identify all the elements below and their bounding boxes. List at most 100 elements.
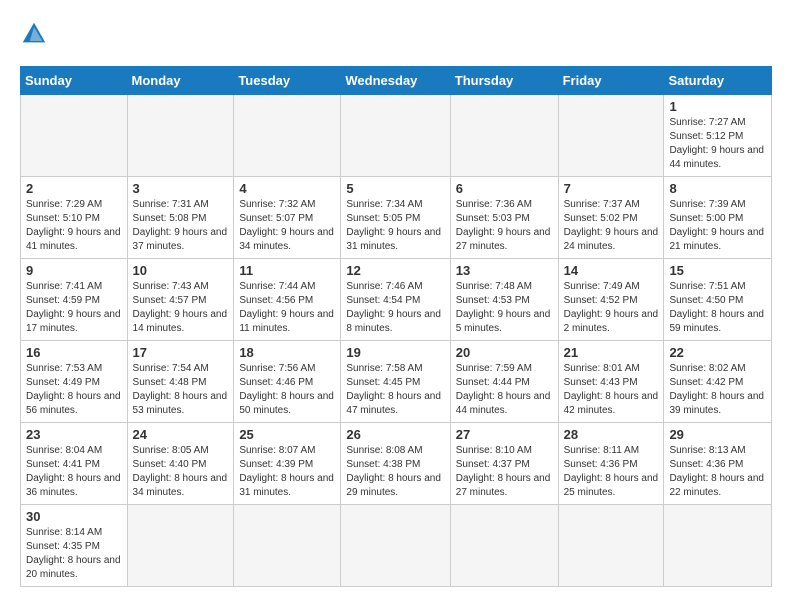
calendar-cell: 20Sunrise: 7:59 AM Sunset: 4:44 PM Dayli… — [450, 341, 558, 423]
calendar-cell — [558, 95, 664, 177]
day-number: 14 — [564, 263, 659, 278]
calendar-cell — [234, 505, 341, 587]
day-info: Sunrise: 7:58 AM Sunset: 4:45 PM Dayligh… — [346, 362, 444, 418]
day-number: 30 — [26, 509, 122, 524]
logo — [20, 20, 52, 50]
day-info: Sunrise: 8:10 AM Sunset: 4:37 PM Dayligh… — [456, 444, 553, 500]
day-info: Sunrise: 8:11 AM Sunset: 4:36 PM Dayligh… — [564, 444, 659, 500]
day-number: 10 — [133, 263, 229, 278]
day-number: 29 — [669, 427, 766, 442]
day-info: Sunrise: 7:46 AM Sunset: 4:54 PM Dayligh… — [346, 280, 444, 336]
calendar-header-wednesday: Wednesday — [341, 67, 450, 95]
calendar-cell: 29 Sunrise: 8:13 AM Sunset: 4:36 PM Dayli… — [664, 423, 772, 505]
calendar-cell: 21 Sunrise: 8:01 AM Sunset: 4:43 PM Dayli… — [558, 341, 664, 423]
day-info: Sunrise: 7:31 AM Sunset: 5:08 PM Dayligh… — [133, 198, 229, 254]
calendar-cell: 2 Sunrise: 7:29 AM Sunset: 5:10 PM Daylig… — [21, 177, 128, 259]
calendar-week-row: 2 Sunrise: 7:29 AM Sunset: 5:10 PM Daylig… — [21, 177, 772, 259]
day-info: Sunrise: 7:29 AM Sunset: 5:10 PM Dayligh… — [26, 198, 122, 254]
day-info: Sunrise: 7:51 AM Sunset: 4:50 PM Dayligh… — [669, 280, 766, 336]
day-info: Sunrise: 7:49 AM Sunset: 4:52 PM Dayligh… — [564, 280, 659, 336]
calendar-header-row: SundayMondayTuesdayWednesdayThursdayFrid… — [21, 67, 772, 95]
calendar-cell: 22Sunrise: 8:02 AM Sunset: 4:42 PM Dayli… — [664, 341, 772, 423]
day-info: Sunrise: 8:04 AM Sunset: 4:41 PM Dayligh… — [26, 444, 122, 500]
calendar-cell: 1Sunrise: 7:27 AM Sunset: 5:12 PM Daylig… — [664, 95, 772, 177]
calendar-table: SundayMondayTuesdayWednesdayThursdayFrid… — [20, 66, 772, 587]
calendar-cell: 12 Sunrise: 7:46 AM Sunset: 4:54 PM Dayli… — [341, 259, 450, 341]
calendar-cell: 6 Sunrise: 7:36 AM Sunset: 5:03 PM Daylig… — [450, 177, 558, 259]
day-number: 15 — [669, 263, 766, 278]
calendar-cell — [127, 505, 234, 587]
calendar-cell: 28 Sunrise: 8:11 AM Sunset: 4:36 PM Dayli… — [558, 423, 664, 505]
day-info: Sunrise: 8:01 AM Sunset: 4:43 PM Dayligh… — [564, 362, 659, 418]
calendar-week-row: 9Sunrise: 7:41 AM Sunset: 4:59 PM Daylig… — [21, 259, 772, 341]
calendar-cell: 15 Sunrise: 7:51 AM Sunset: 4:50 PM Dayli… — [664, 259, 772, 341]
day-info: Sunrise: 7:53 AM Sunset: 4:49 PM Dayligh… — [26, 362, 122, 418]
calendar-cell — [127, 95, 234, 177]
calendar-cell — [558, 505, 664, 587]
day-number: 4 — [239, 181, 335, 196]
day-info: Sunrise: 7:43 AM Sunset: 4:57 PM Dayligh… — [133, 280, 229, 336]
day-number: 17 — [133, 345, 229, 360]
day-number: 2 — [26, 181, 122, 196]
calendar-header-sunday: Sunday — [21, 67, 128, 95]
day-number: 13 — [456, 263, 553, 278]
day-info: Sunrise: 8:13 AM Sunset: 4:36 PM Dayligh… — [669, 444, 766, 500]
calendar-cell: 24Sunrise: 8:05 AM Sunset: 4:40 PM Dayli… — [127, 423, 234, 505]
day-info: Sunrise: 8:14 AM Sunset: 4:35 PM Dayligh… — [26, 526, 122, 582]
day-number: 8 — [669, 181, 766, 196]
day-info: Sunrise: 7:41 AM Sunset: 4:59 PM Dayligh… — [26, 280, 122, 336]
calendar-cell: 30 Sunrise: 8:14 AM Sunset: 4:35 PM Dayli… — [21, 505, 128, 587]
day-number: 5 — [346, 181, 444, 196]
calendar-cell: 18Sunrise: 7:56 AM Sunset: 4:46 PM Dayli… — [234, 341, 341, 423]
calendar-week-row: 16 Sunrise: 7:53 AM Sunset: 4:49 PM Dayli… — [21, 341, 772, 423]
day-info: Sunrise: 7:37 AM Sunset: 5:02 PM Dayligh… — [564, 198, 659, 254]
calendar-week-row: 23 Sunrise: 8:04 AM Sunset: 4:41 PM Dayli… — [21, 423, 772, 505]
day-info: Sunrise: 8:07 AM Sunset: 4:39 PM Dayligh… — [239, 444, 335, 500]
calendar-cell: 26Sunrise: 8:08 AM Sunset: 4:38 PM Dayli… — [341, 423, 450, 505]
day-number: 3 — [133, 181, 229, 196]
calendar-cell: 14 Sunrise: 7:49 AM Sunset: 4:52 PM Dayli… — [558, 259, 664, 341]
calendar-cell: 8 Sunrise: 7:39 AM Sunset: 5:00 PM Daylig… — [664, 177, 772, 259]
calendar-cell — [450, 505, 558, 587]
calendar-cell — [341, 505, 450, 587]
calendar-header-monday: Monday — [127, 67, 234, 95]
calendar-cell: 23 Sunrise: 8:04 AM Sunset: 4:41 PM Dayli… — [21, 423, 128, 505]
calendar-cell: 16 Sunrise: 7:53 AM Sunset: 4:49 PM Dayli… — [21, 341, 128, 423]
calendar-cell: 13Sunrise: 7:48 AM Sunset: 4:53 PM Dayli… — [450, 259, 558, 341]
day-number: 23 — [26, 427, 122, 442]
calendar-cell: 27Sunrise: 8:10 AM Sunset: 4:37 PM Dayli… — [450, 423, 558, 505]
day-number: 7 — [564, 181, 659, 196]
day-info: Sunrise: 8:05 AM Sunset: 4:40 PM Dayligh… — [133, 444, 229, 500]
day-info: Sunrise: 7:34 AM Sunset: 5:05 PM Dayligh… — [346, 198, 444, 254]
day-info: Sunrise: 7:54 AM Sunset: 4:48 PM Dayligh… — [133, 362, 229, 418]
day-info: Sunrise: 7:27 AM Sunset: 5:12 PM Dayligh… — [669, 116, 766, 172]
calendar-header-friday: Friday — [558, 67, 664, 95]
calendar-cell — [341, 95, 450, 177]
day-number: 16 — [26, 345, 122, 360]
day-number: 19 — [346, 345, 444, 360]
calendar-cell: 4 Sunrise: 7:32 AM Sunset: 5:07 PM Daylig… — [234, 177, 341, 259]
day-number: 6 — [456, 181, 553, 196]
calendar-cell: 10 Sunrise: 7:43 AM Sunset: 4:57 PM Dayli… — [127, 259, 234, 341]
calendar-cell — [234, 95, 341, 177]
day-info: Sunrise: 7:39 AM Sunset: 5:00 PM Dayligh… — [669, 198, 766, 254]
page-header — [20, 20, 772, 50]
calendar-cell: 17 Sunrise: 7:54 AM Sunset: 4:48 PM Dayli… — [127, 341, 234, 423]
calendar-header-tuesday: Tuesday — [234, 67, 341, 95]
day-number: 21 — [564, 345, 659, 360]
calendar-cell: 5 Sunrise: 7:34 AM Sunset: 5:05 PM Daylig… — [341, 177, 450, 259]
day-info: Sunrise: 7:36 AM Sunset: 5:03 PM Dayligh… — [456, 198, 553, 254]
calendar-cell: 9Sunrise: 7:41 AM Sunset: 4:59 PM Daylig… — [21, 259, 128, 341]
calendar-cell — [664, 505, 772, 587]
calendar-cell — [21, 95, 128, 177]
day-number: 11 — [239, 263, 335, 278]
day-info: Sunrise: 7:32 AM Sunset: 5:07 PM Dayligh… — [239, 198, 335, 254]
day-number: 12 — [346, 263, 444, 278]
day-number: 28 — [564, 427, 659, 442]
day-info: Sunrise: 7:44 AM Sunset: 4:56 PM Dayligh… — [239, 280, 335, 336]
day-info: Sunrise: 8:08 AM Sunset: 4:38 PM Dayligh… — [346, 444, 444, 500]
logo-icon — [20, 20, 48, 48]
calendar-header-thursday: Thursday — [450, 67, 558, 95]
day-number: 22 — [669, 345, 766, 360]
day-info: Sunrise: 7:59 AM Sunset: 4:44 PM Dayligh… — [456, 362, 553, 418]
